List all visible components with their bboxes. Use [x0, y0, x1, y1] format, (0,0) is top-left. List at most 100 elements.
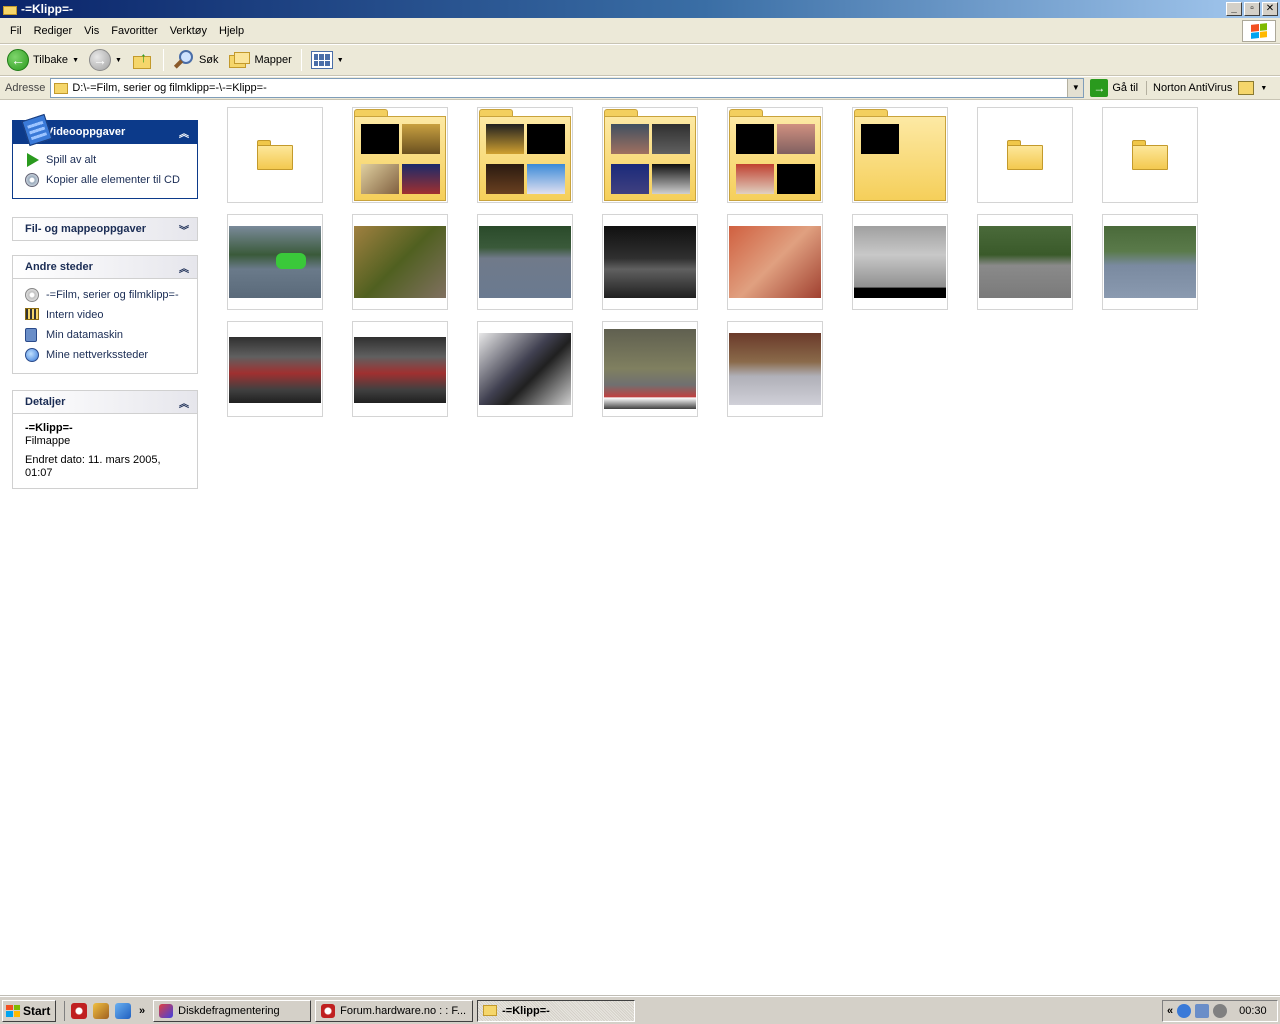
address-label: Adresse: [5, 82, 46, 94]
menu-favoritter[interactable]: Favoritter: [105, 25, 163, 37]
folder-icon: [354, 109, 446, 201]
place-network[interactable]: Mine nettverkssteder: [25, 345, 187, 365]
place-network-label: Mine nettverkssteder: [46, 349, 149, 361]
folder-icon: [729, 109, 821, 201]
folder-item[interactable]: [727, 107, 823, 203]
video-item[interactable]: [852, 214, 948, 310]
address-dropdown-button[interactable]: ▼: [1067, 79, 1084, 97]
norton-antivirus-button[interactable]: Norton AntiVirus ▼: [1146, 81, 1267, 95]
menu-vis[interactable]: Vis: [78, 25, 105, 37]
address-bar: Adresse D:\-=Film, serier og filmklipp=-…: [0, 77, 1280, 100]
views-dropdown-icon[interactable]: ▼: [337, 57, 344, 64]
forward-button[interactable]: → ▼: [86, 47, 125, 73]
network-tray-icon[interactable]: [1177, 1004, 1192, 1018]
play-icon: [27, 152, 39, 167]
clock: 00:30: [1239, 1005, 1267, 1017]
menu-rediger[interactable]: Rediger: [28, 25, 79, 37]
folder-item[interactable]: [852, 107, 948, 203]
taskbar: Start » Diskdefragmentering Forum.hardwa…: [0, 996, 1280, 1024]
video-item[interactable]: [352, 321, 448, 417]
video-item[interactable]: [727, 214, 823, 310]
folder-item[interactable]: [977, 107, 1073, 203]
address-input[interactable]: D:\-=Film, serier og filmklipp=-\-=Klipp…: [50, 78, 1085, 98]
menu-verktoy[interactable]: Verktøy: [164, 25, 213, 37]
collapse-icon[interactable]: ︽: [179, 125, 189, 140]
start-button[interactable]: Start: [2, 999, 56, 1022]
close-button[interactable]: ✕: [1262, 2, 1278, 16]
video-item[interactable]: [727, 321, 823, 417]
opera-icon[interactable]: [71, 1002, 87, 1019]
title-bar[interactable]: -=Klipp=- _ ▫ ✕: [0, 0, 1280, 18]
back-button[interactable]: ← Tilbake ▼: [4, 47, 82, 73]
place-my-computer-label: Min datamaskin: [46, 329, 124, 341]
details-title: Detaljer: [25, 396, 66, 408]
details-modified: Endret dato: 11. mars 2005, 01:07: [25, 454, 161, 479]
views-button[interactable]: ▼: [308, 47, 347, 73]
norton-icon: [1238, 81, 1255, 95]
play-all-label: Spill av alt: [46, 154, 97, 166]
expand-icon[interactable]: ︾: [179, 222, 189, 237]
norton-label: Norton AntiVirus: [1153, 82, 1233, 94]
windows-logo-icon: [1242, 20, 1276, 42]
video-item[interactable]: [602, 214, 698, 310]
video-item[interactable]: [227, 321, 323, 417]
opera-icon: [321, 1003, 336, 1018]
folder-item[interactable]: [352, 107, 448, 203]
taskbar-button-label: -=Klipp=-: [502, 1004, 550, 1017]
folder-item[interactable]: [227, 107, 323, 203]
file-tasks-header[interactable]: Fil- og mappeoppgaver ︾: [12, 217, 198, 241]
details-header[interactable]: Detaljer ︽: [12, 390, 198, 414]
folder-icon: [604, 109, 696, 201]
place-my-computer[interactable]: Min datamaskin: [25, 325, 187, 345]
pencil-icon[interactable]: [93, 1002, 109, 1019]
details-type: Filmappe: [25, 435, 71, 447]
norton-dropdown-icon[interactable]: ▼: [1260, 85, 1267, 92]
folder-item[interactable]: [602, 107, 698, 203]
video-item[interactable]: [477, 214, 573, 310]
menu-hjelp[interactable]: Hjelp: [213, 25, 250, 37]
taskbar-button-defrag[interactable]: Diskdefragmentering: [153, 999, 312, 1022]
play-all-link[interactable]: Spill av alt: [25, 150, 187, 170]
collapse-icon[interactable]: ︽: [179, 260, 189, 275]
defrag-icon: [159, 1003, 174, 1018]
video-item[interactable]: [477, 321, 573, 417]
folder-icon: [257, 140, 293, 170]
search-label: Søk: [198, 54, 219, 66]
menu-fil[interactable]: Fil: [4, 25, 28, 37]
taskbar-button-forum[interactable]: Forum.hardware.no : : F...: [315, 999, 474, 1022]
search-button[interactable]: Søk: [170, 47, 222, 73]
video-item[interactable]: [602, 321, 698, 417]
taskbar-button-klipp[interactable]: -=Klipp=-: [477, 999, 636, 1022]
go-label: Gå til: [1112, 82, 1139, 94]
ie-icon[interactable]: [115, 1002, 131, 1019]
menu-bar: Fil Rediger Vis Favoritter Verktøy Hjelp: [0, 18, 1280, 44]
back-dropdown-icon[interactable]: ▼: [72, 57, 79, 64]
views-icon: [310, 51, 333, 69]
other-places-header[interactable]: Andre steder ︽: [12, 255, 198, 279]
place-intern-video[interactable]: Intern video: [25, 305, 187, 325]
video-item[interactable]: [352, 214, 448, 310]
video-item[interactable]: [1102, 214, 1198, 310]
folders-button[interactable]: Mapper: [226, 47, 295, 73]
video-item[interactable]: [227, 214, 323, 310]
speaker-tray-icon[interactable]: [1213, 1004, 1228, 1018]
folders-label: Mapper: [254, 54, 292, 66]
go-button[interactable]: → Gå til: [1090, 79, 1138, 97]
maximize-button[interactable]: ▫: [1244, 2, 1260, 16]
forward-dropdown-icon[interactable]: ▼: [115, 57, 122, 64]
folder-item[interactable]: [477, 107, 573, 203]
minimize-button[interactable]: _: [1226, 2, 1242, 16]
computer-tray-icon[interactable]: [1195, 1004, 1210, 1018]
video-tasks-header[interactable]: Videooppgaver ︽: [12, 113, 198, 147]
window-title: -=Klipp=-: [21, 2, 74, 16]
copy-to-cd-link[interactable]: Kopier alle elementer til CD: [25, 170, 187, 190]
folder-item[interactable]: [1102, 107, 1198, 203]
collapse-icon[interactable]: ︽: [179, 395, 189, 410]
quick-launch-more[interactable]: »: [139, 1005, 145, 1017]
video-item[interactable]: [977, 214, 1073, 310]
folder-icon: [1007, 140, 1043, 170]
folders-icon: [228, 51, 251, 69]
place-film-folder[interactable]: -=Film, serier og filmklipp=-: [25, 285, 187, 305]
tray-collapse-button[interactable]: «: [1167, 1005, 1173, 1017]
up-button[interactable]: ↑: [129, 47, 157, 73]
